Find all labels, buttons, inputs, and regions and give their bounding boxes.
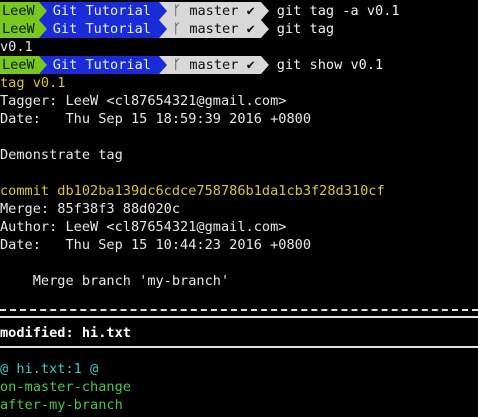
prompt-separator-icon <box>260 20 269 38</box>
prompt-line-3: LeeW Git Tutorial ᚴ master ✔ git show v0… <box>0 56 383 74</box>
tag-date-line: Date: Thu Sep 15 18:59:39 2016 +0800 <box>0 111 311 127</box>
check-mark-icon: ✔ <box>246 3 255 19</box>
prompt-separator-icon <box>38 20 47 38</box>
prompt-line-1: LeeW Git Tutorial ᚴ master ✔ git tag -a … <box>0 2 400 20</box>
prompt-directory: Git Tutorial <box>46 2 159 20</box>
hunk-header: @ hi.txt:1 @ <box>0 361 99 377</box>
command-text: git tag <box>276 21 335 37</box>
author-line: Author: LeeW <cl87654321@gmail.com> <box>0 219 287 235</box>
prompt-separator-icon <box>158 56 167 74</box>
prompt-directory: Git Tutorial <box>46 56 159 74</box>
prompt-separator-icon <box>260 2 269 20</box>
tag-header: tag v0.1 <box>0 75 66 91</box>
commit-message: Merge branch 'my-branch' <box>0 273 230 289</box>
tag-message: Demonstrate tag <box>0 147 123 163</box>
diff-separator-bottom <box>0 346 478 348</box>
git-branch-icon: ᚴ <box>172 21 182 37</box>
prompt-separator-icon <box>158 20 167 38</box>
prompt-separator-icon <box>158 2 167 20</box>
prompt-user: LeeW <box>0 56 39 74</box>
prompt-branch: ᚴ master ✔ <box>166 2 261 20</box>
check-mark-icon: ✔ <box>246 57 255 73</box>
prompt-line-2: LeeW Git Tutorial ᚴ master ✔ git tag <box>0 20 334 38</box>
terminal-window[interactable]: LeeW Git Tutorial ᚴ master ✔ git tag -a … <box>0 0 478 417</box>
diff-separator-top-solid <box>0 316 478 318</box>
prompt-separator-icon <box>38 2 47 20</box>
diff-added-line: after-my-branch <box>0 397 123 413</box>
commit-hash-line: commit db102ba139dc6cdce758786b1da1cb3f2… <box>0 183 385 199</box>
git-branch-icon: ᚴ <box>172 57 182 73</box>
diff-separator-top <box>0 309 478 311</box>
prompt-separator-icon <box>38 56 47 74</box>
diff-added-line: on-master-change <box>0 379 131 395</box>
commit-date-line: Date: Thu Sep 15 10:44:23 2016 +0800 <box>0 237 311 253</box>
prompt-directory: Git Tutorial <box>46 20 159 38</box>
merge-line: Merge: 85f38f3 88d020c <box>0 201 181 217</box>
prompt-user: LeeW <box>0 20 39 38</box>
prompt-separator-icon <box>260 56 269 74</box>
check-mark-icon: ✔ <box>246 21 255 37</box>
command-text: git show v0.1 <box>276 57 384 73</box>
command-text: git tag -a v0.1 <box>276 3 400 19</box>
prompt-branch: ᚴ master ✔ <box>166 56 261 74</box>
prompt-user: LeeW <box>0 2 39 20</box>
git-branch-icon: ᚴ <box>172 3 182 19</box>
output-tag-list: v0.1 <box>0 39 33 55</box>
modified-file-label: modified: hi.txt <box>0 325 131 341</box>
tagger-line: Tagger: LeeW <cl87654321@gmail.com> <box>0 93 287 109</box>
prompt-branch: ᚴ master ✔ <box>166 20 261 38</box>
